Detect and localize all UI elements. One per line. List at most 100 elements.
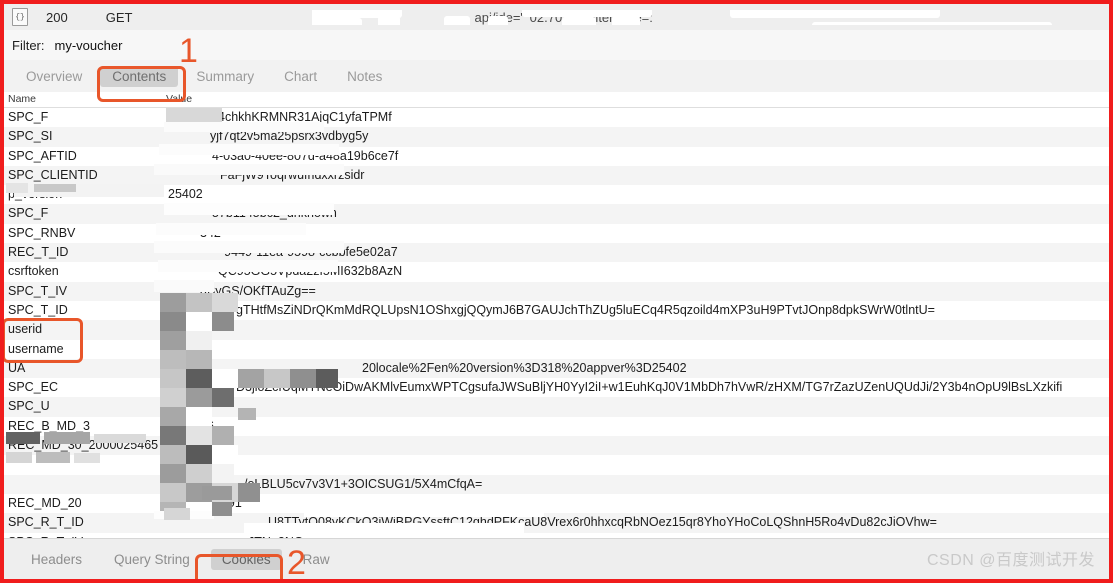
request-method: GET — [105, 9, 133, 25]
pixelation-block — [186, 350, 212, 369]
tab-headers[interactable]: Headers — [20, 549, 93, 570]
cookie-name: REC_T_ID — [8, 245, 69, 260]
pixelation-block — [186, 293, 212, 312]
cookie-value: /eLBLU5cv7v3V1+3OICSUG1/5X4mCfqA= — [244, 476, 483, 491]
cookie-value: 25402 — [168, 187, 203, 202]
filter-bar[interactable]: Filter: — [4, 30, 1109, 61]
pixelation-block — [164, 203, 334, 215]
redaction-smear — [244, 523, 524, 537]
pixelation-block — [158, 260, 338, 272]
pixelation-block — [186, 312, 212, 331]
redaction-smear — [812, 21, 1053, 25]
pixelation-block — [186, 331, 212, 350]
pixelation-block — [160, 350, 186, 369]
column-header-value[interactable]: Value — [166, 93, 192, 105]
pixelation-block — [166, 108, 222, 122]
redaction-smear — [36, 452, 70, 463]
pixelation-block — [186, 464, 212, 483]
pixelation-block — [154, 241, 344, 253]
pixelation-block — [186, 369, 212, 388]
cookie-value: D3jioZcfUqMYNeOiDwAKMlvEumxWPTCgsufaJWSu… — [236, 380, 1063, 395]
pixelation-block — [159, 144, 339, 155]
pixelation-block — [186, 426, 212, 445]
redaction-smear — [444, 15, 471, 25]
tab-query-string[interactable]: Query String — [103, 549, 201, 570]
cookie-value: gTHtfMsZiNDrQKmMdRQLUpsN1OShxgjQQymJ6B7G… — [236, 302, 935, 317]
filter-input[interactable] — [52, 34, 1099, 56]
pixelation-block — [186, 407, 212, 426]
redaction-smear — [6, 432, 40, 444]
json-braces-icon: {} — [12, 8, 28, 26]
pixelation-block — [238, 369, 264, 388]
cookies-table[interactable]: SPC_F 4chkhKRMNR31AjqC1yfaTPMf SPC_SI yjf7q… — [4, 108, 1109, 539]
redaction-smear — [730, 9, 941, 18]
pixelation-block — [212, 388, 234, 407]
pixelation-block — [160, 312, 186, 331]
pixelation-block — [212, 445, 238, 464]
cookie-name: csrftoken — [8, 264, 59, 279]
tab-summary[interactable]: Summary — [184, 66, 266, 87]
cookie-name: SPC_F — [8, 206, 49, 221]
redaction-smear — [202, 486, 232, 500]
pixelation-block — [154, 280, 214, 292]
detail-tabbar: Overview Contents Summary Chart Notes — [4, 60, 1109, 93]
cookie-name: SPC_T_IV — [8, 283, 68, 298]
pixelation-block — [212, 464, 234, 483]
pixelation-block — [212, 293, 238, 312]
redaction-smear — [34, 184, 76, 192]
pixelation-block — [160, 388, 186, 407]
response-status-code: 200 — [46, 9, 68, 25]
cookie-name: SPC_RNBV — [8, 225, 76, 240]
pixelation-block — [186, 388, 212, 407]
cookie-name: SPC_T_ID — [8, 302, 68, 317]
tab-chart[interactable]: Chart — [272, 66, 329, 87]
tab-contents[interactable]: Contents — [100, 65, 179, 87]
pixelation-block — [160, 464, 186, 483]
redaction-smear — [562, 16, 597, 25]
pixelation-block — [186, 445, 212, 464]
tab-overview[interactable]: Overview — [14, 66, 94, 87]
tab-notes[interactable]: Notes — [335, 66, 394, 87]
pixelation-block — [212, 426, 234, 445]
pixelation-block — [160, 369, 186, 388]
cookie-name: REC_MD_20 — [8, 495, 82, 510]
redaction-smear — [304, 503, 544, 517]
pixelation-block — [160, 426, 186, 445]
pixelation-block — [160, 407, 186, 426]
tab-cookies[interactable]: Cookies — [210, 548, 282, 570]
pixelation-block — [160, 483, 186, 502]
table-row[interactable]: p_version25402 — [4, 185, 1109, 204]
filter-label: Filter: — [12, 37, 45, 53]
cookie-name: username — [8, 341, 64, 356]
cookie-name: SPC_R_T_ID — [8, 515, 84, 530]
pixelation-block — [264, 369, 290, 388]
request-tabbar: Headers Query String Cookies Raw CSDN @百… — [4, 538, 1109, 579]
pixelation-block — [154, 164, 344, 175]
pixelation-block — [290, 369, 316, 388]
cookie-name: UA — [8, 360, 26, 375]
pixelation-block — [316, 369, 338, 388]
cookie-name: SPC_SI — [8, 129, 53, 144]
redaction-smear — [488, 15, 509, 25]
redaction-smear — [238, 408, 256, 420]
cookie-name: userid — [8, 322, 43, 337]
pixelation-block — [164, 122, 324, 132]
redaction-smear — [94, 434, 146, 443]
column-header-name[interactable]: Name — [8, 93, 36, 105]
watermark: CSDN @百度测试开发 — [926, 552, 1095, 569]
pixelation-block — [156, 223, 306, 235]
cookie-value: 20locale%2Fen%20version%3D318%20appver%3… — [362, 360, 687, 375]
cookie-name: SPC_F — [8, 110, 49, 124]
cookie-name: SPC_EC — [8, 380, 59, 395]
redaction-smear — [6, 452, 32, 463]
pixelation-block — [212, 369, 238, 388]
charles-proxy-window: {} 200 GET i/order/ api/ide=""02.7010I&f… — [0, 0, 1113, 583]
redaction-smear — [312, 17, 363, 25]
redaction-smear — [44, 432, 90, 444]
request-summary-row[interactable]: {} 200 GET i/order/ api/ide=""02.7010I&f… — [4, 4, 1109, 31]
redaction-smear — [612, 15, 641, 25]
pixelation-block — [212, 312, 234, 331]
redaction-smear — [212, 502, 232, 516]
tab-raw[interactable]: Raw — [292, 549, 341, 570]
cookie-name: SPC_AFTID — [8, 148, 77, 163]
